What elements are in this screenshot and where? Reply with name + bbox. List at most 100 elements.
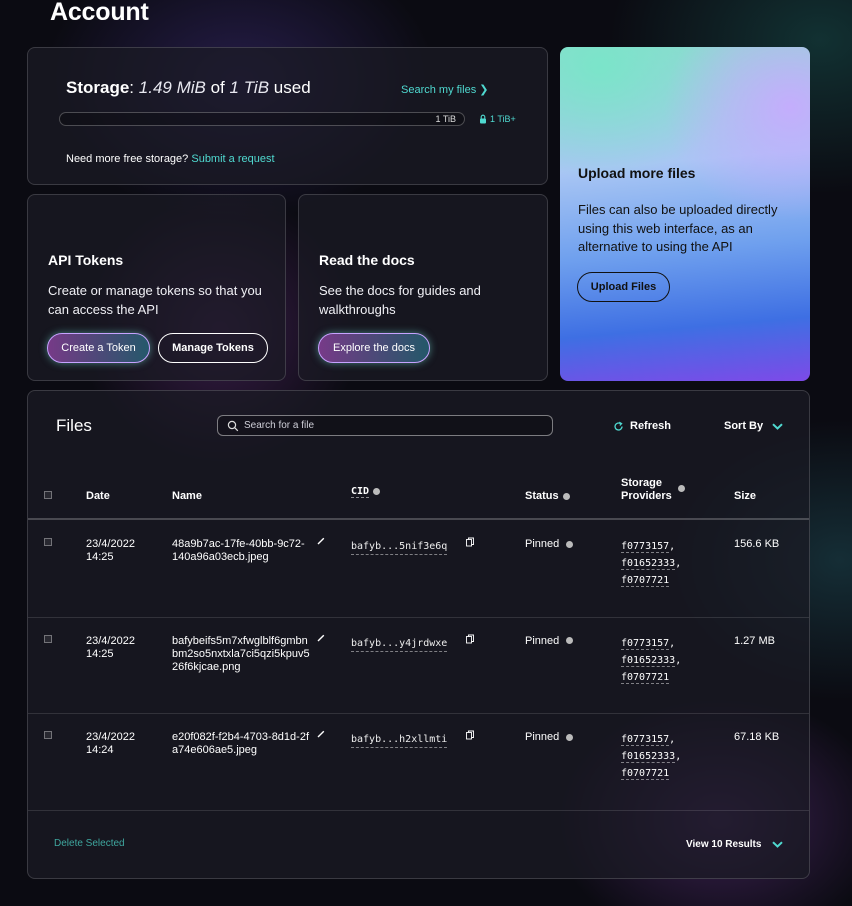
pencil-icon[interactable] <box>316 536 326 546</box>
storage-provider-id[interactable]: f0707721 <box>621 575 670 587</box>
storage-provider-item: f0707721 <box>621 765 681 782</box>
row-cid-wrap: bafyb...h2xllmti <box>351 733 448 748</box>
table-row[interactable]: 23/4/2022 14:25 48a9b7ac-17fe-40bb-9c72-14… <box>28 520 809 617</box>
storage-provider-id[interactable]: f01652333 <box>621 654 676 667</box>
storage-provider-item: f01652333, <box>621 654 682 667</box>
storage-used-value: 1.49 MiB <box>138 78 206 97</box>
view-results-dropdown[interactable]: View 10 Results <box>686 839 784 850</box>
storage-label-colon: : <box>129 78 135 97</box>
column-header-name[interactable]: Name <box>172 490 202 502</box>
info-icon[interactable] <box>678 485 685 492</box>
row-status: Pinned <box>525 731 574 744</box>
info-icon[interactable] <box>562 492 570 500</box>
row-checkbox[interactable] <box>44 538 52 546</box>
column-header-size[interactable]: Size <box>734 490 756 502</box>
row-cid[interactable]: bafyb...5nif3e6q <box>351 541 448 555</box>
storage-provider-id[interactable]: f0707721 <box>621 671 670 684</box>
files-title: Files <box>56 416 92 435</box>
row-date: 23/4/2022 14:25 <box>86 635 135 661</box>
files-card: Files Refresh Sort By Date Name CID Stat… <box>27 390 810 879</box>
file-search-input[interactable] <box>217 415 553 436</box>
sort-by-label: Sort By <box>724 420 764 432</box>
row-date: 23/4/2022 14:24 <box>86 731 135 757</box>
pencil-icon[interactable] <box>316 729 326 739</box>
row-storage-providers: f0773157, f01652333, f0707721 <box>621 731 681 782</box>
column-header-date[interactable]: Date <box>86 490 110 502</box>
info-icon[interactable] <box>373 487 381 495</box>
upload-files-button[interactable]: Upload Files <box>577 272 670 302</box>
row-file-name: bafybeifs5m7xfwglblf6gmbnbm2so5nxtxla7ci… <box>172 634 310 673</box>
info-icon[interactable] <box>566 637 574 645</box>
row-status-label: Pinned <box>525 731 560 743</box>
create-token-button[interactable]: Create a Token <box>47 333 150 363</box>
search-my-files-link[interactable]: Search my files ❯ <box>401 83 488 96</box>
row-status: Pinned <box>525 634 574 648</box>
row-storage-providers: f0773157, f01652333, f0707721 <box>621 635 681 686</box>
row-cid-wrap: bafyb...5nif3e6q <box>351 540 448 555</box>
info-icon[interactable] <box>566 540 574 548</box>
delete-selected-button[interactable]: Delete Selected <box>54 838 125 849</box>
storage-provider-id[interactable]: f0707721 <box>621 768 670 780</box>
row-file-name: 48a9b7ac-17fe-40bb-9c72-140a96a03ecb.jpe… <box>172 538 305 563</box>
select-all-checkbox[interactable] <box>44 491 52 499</box>
row-date-day: 23/4/2022 <box>86 731 135 743</box>
row-size: 1.27 MB <box>734 634 775 647</box>
row-storage-providers: f0773157, f01652333, f0707721 <box>621 538 681 589</box>
docs-title: Read the docs <box>319 252 415 268</box>
table-row[interactable]: 23/4/2022 14:25 bafybeifs5m7xfwglblf6gmbnb… <box>28 617 809 714</box>
storage-provider-id[interactable]: f0773157 <box>621 637 670 650</box>
column-header-cid-label: CID <box>351 486 370 498</box>
storage-provider-item: f0707721 <box>621 572 681 589</box>
storage-provider-id[interactable]: f01652333 <box>621 751 676 763</box>
copy-icon[interactable] <box>465 730 475 740</box>
refresh-label: Refresh <box>630 420 671 432</box>
docs-card: Read the docs See the docs for guides an… <box>298 194 548 381</box>
column-header-status-label: Status <box>525 490 559 502</box>
refresh-icon <box>614 421 623 431</box>
row-status-label: Pinned <box>525 634 560 647</box>
storage-provider-item: f0773157, <box>621 637 676 650</box>
row-date-time: 14:25 <box>86 551 114 563</box>
storage-progress-bar: 1 TiB <box>59 112 465 126</box>
column-header-storage-providers[interactable]: Storage Providers <box>621 477 672 503</box>
info-icon[interactable] <box>566 733 574 741</box>
upload-title: Upload more files <box>578 165 696 181</box>
row-date-time: 14:24 <box>86 744 114 756</box>
next-tier: 1 TiB+ <box>479 114 516 124</box>
table-row[interactable]: 23/4/2022 14:24 e20f082f-f2b4-4703-8d1d-2f… <box>28 713 809 810</box>
refresh-button[interactable]: Refresh <box>613 420 671 432</box>
api-tokens-title: API Tokens <box>48 252 124 268</box>
next-tier-label: 1 TiB+ <box>490 114 516 124</box>
storage-provider-id[interactable]: f0773157 <box>621 734 670 746</box>
storage-summary: Storage: 1.49 MiB of 1 TiB used <box>66 78 311 98</box>
storage-progress-max: 1 TiB <box>435 114 456 124</box>
api-tokens-card: API Tokens Create or manage tokens so th… <box>27 194 286 381</box>
row-date-time: 14:25 <box>86 647 114 660</box>
storage-provider-id[interactable]: f0773157 <box>621 541 670 553</box>
sort-by-dropdown[interactable]: Sort By <box>724 420 783 432</box>
column-header-status[interactable]: Status <box>525 490 570 502</box>
storage-card: Storage: 1.49 MiB of 1 TiB used Search m… <box>27 47 548 185</box>
pencil-icon[interactable] <box>316 633 326 643</box>
explore-docs-button[interactable]: Explore the docs <box>318 333 430 363</box>
column-header-cid[interactable]: CID <box>351 486 381 498</box>
row-cid[interactable]: bafyb...h2xllmti <box>351 734 448 748</box>
storage-provider-item: f0773157, <box>621 541 676 553</box>
row-cid[interactable]: bafyb...y4jrdwxe <box>351 637 448 652</box>
submit-request-link[interactable]: Submit a request <box>191 153 274 165</box>
search-icon <box>227 420 239 432</box>
manage-tokens-button[interactable]: Manage Tokens <box>158 333 268 363</box>
more-storage-text: Need more free storage? <box>66 153 189 165</box>
chevron-down-icon <box>772 841 784 848</box>
row-checkbox[interactable] <box>44 731 52 739</box>
upload-description: Files can also be uploaded directly usin… <box>578 202 778 254</box>
copy-icon[interactable] <box>465 537 475 547</box>
more-storage-prompt: Need more free storage? Submit a request <box>66 153 275 165</box>
copy-icon[interactable] <box>465 634 475 644</box>
storage-provider-id[interactable]: f01652333 <box>621 558 676 570</box>
storage-used-suffix: used <box>273 78 311 97</box>
storage-total-value: 1 TiB <box>229 78 270 97</box>
storage-provider-item: f01652333, <box>621 558 682 570</box>
row-status-label: Pinned <box>525 538 560 550</box>
row-checkbox[interactable] <box>44 634 52 643</box>
